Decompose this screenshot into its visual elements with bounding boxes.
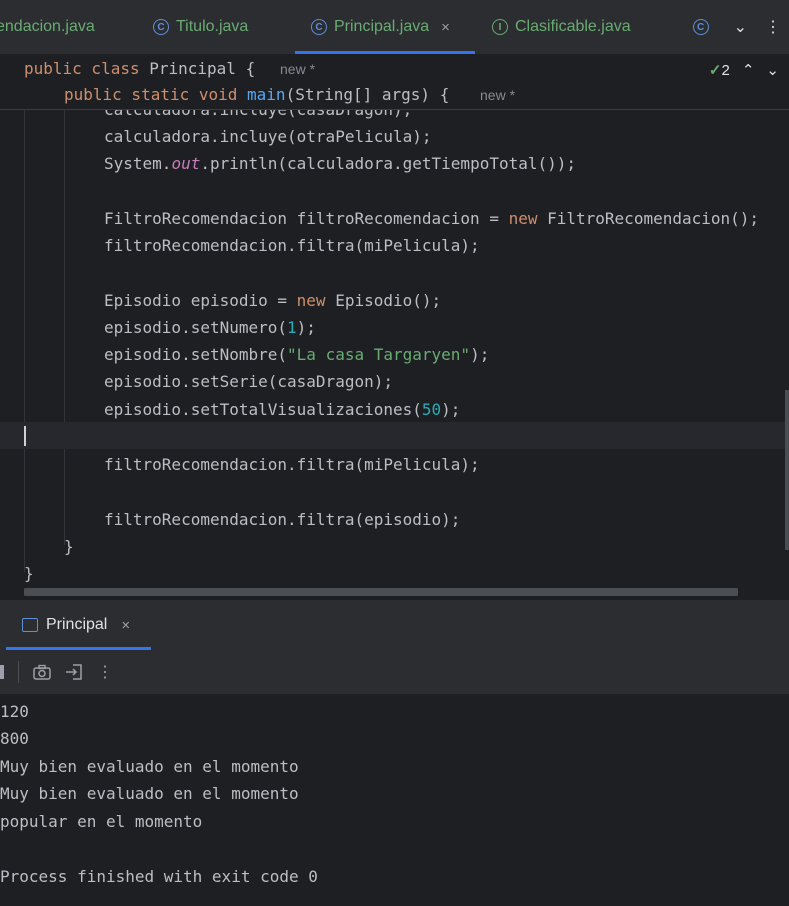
vertical-scrollbar[interactable] (785, 390, 789, 550)
run-tab-principal[interactable]: Principal × (0, 600, 130, 650)
chevron-down-icon[interactable]: ⌄ (766, 61, 779, 79)
class-icon: C (311, 19, 327, 35)
text-caret (24, 426, 26, 446)
inspection-widget[interactable]: ✓2 ⌃ ⌄ (709, 61, 779, 79)
code-line: episodio.setNumero(1); (104, 318, 316, 337)
tab-actions: C ⌄ ⋮ (692, 0, 789, 54)
console-line: Muy bien evaluado en el momento (0, 757, 299, 776)
class-icon: C (153, 19, 169, 35)
run-tab-label: Principal (46, 616, 108, 633)
more-vertical-icon[interactable]: ⋮ (765, 17, 781, 37)
console-line: 800 (0, 729, 29, 748)
inspection-count: 2 (721, 62, 730, 79)
tab-titulo[interactable]: C Titulo.java (153, 0, 248, 54)
code-line: filtroRecomendacion.filtra(miPelicula); (104, 455, 480, 474)
code-line: episodio.setSerie(casaDragon); (104, 372, 393, 391)
console-output[interactable]: 120 800 Muy bien evaluado en el momento … (0, 694, 789, 906)
interface-icon: I (492, 19, 508, 35)
console-icon (22, 618, 38, 632)
tab-principal[interactable]: C Principal.java × (295, 0, 475, 54)
tab-label: Principal.java (334, 18, 430, 35)
sticky-scope-header: public class Principal { new * public st… (0, 55, 789, 110)
code-editor[interactable]: calculadora.incluye(casaDragon); calcula… (0, 110, 789, 600)
chevron-down-icon[interactable]: ⌄ (734, 17, 747, 37)
code-line: } (24, 564, 34, 583)
camera-icon[interactable] (33, 664, 51, 680)
console-line: Process finished with exit code 0 (0, 867, 318, 886)
tab-label: Titulo.java (176, 18, 249, 35)
horizontal-scrollbar[interactable] (24, 588, 738, 596)
close-icon[interactable]: × (121, 617, 130, 634)
code-line: calculadora.incluye(casaDragon); (104, 110, 412, 123)
class-icon: C (692, 19, 709, 35)
sign-in-icon[interactable] (65, 663, 83, 681)
more-vertical-icon[interactable]: ⋮ (97, 662, 113, 682)
tab-filtro-recomendacion[interactable]: endacion.java (0, 0, 95, 54)
author-hint: new * (480, 87, 516, 103)
close-icon[interactable]: × (441, 19, 450, 36)
chevron-up-icon[interactable]: ⌃ (742, 61, 755, 79)
code-line: } (64, 537, 74, 556)
indent-guide (64, 110, 65, 545)
code-line: episodio.setNombre("La casa Targaryen"); (104, 345, 490, 364)
console-line: 120 (0, 702, 29, 721)
author-hint: new * (280, 61, 316, 77)
check-icon: ✓ (708, 62, 722, 79)
code-line: System.out.println(calculadora.getTiempo… (104, 154, 577, 173)
tab-overflow-class[interactable]: C (692, 19, 716, 35)
console-line: Muy bien evaluado en el momento (0, 784, 299, 803)
sticky-class-line[interactable]: public class Principal { (24, 59, 255, 78)
code-line: episodio.setTotalVisualizaciones(50); (104, 400, 461, 419)
tab-label: Clasificable.java (515, 18, 631, 35)
console-line: popular en el momento (0, 812, 203, 831)
tab-clasificable[interactable]: I Clasificable.java (492, 0, 631, 54)
code-line: calculadora.incluye(otraPelicula); (104, 127, 432, 146)
sticky-method-line[interactable]: public static void main(String[] args) { (64, 85, 449, 104)
current-line-highlight (0, 422, 789, 449)
run-toolbar: ⋮ (0, 651, 789, 693)
stop-icon[interactable] (0, 665, 4, 679)
code-line: filtroRecomendacion.filtra(episodio); (104, 510, 461, 529)
code-line: filtroRecomendacion.filtra(miPelicula); (104, 236, 480, 255)
editor-tab-bar: endacion.java C Titulo.java C Principal.… (0, 0, 789, 55)
run-tool-window: Principal × ⋮ 120 800 Muy bien evaluado … (0, 600, 789, 906)
active-tab-indicator (6, 647, 151, 650)
code-line: FiltroRecomendacion filtroRecomendacion … (104, 209, 760, 228)
indent-guide (24, 110, 25, 572)
tab-label: endacion.java (0, 18, 95, 35)
code-line: Episodio episodio = new Episodio(); (104, 291, 442, 310)
toolbar-divider (18, 661, 19, 683)
